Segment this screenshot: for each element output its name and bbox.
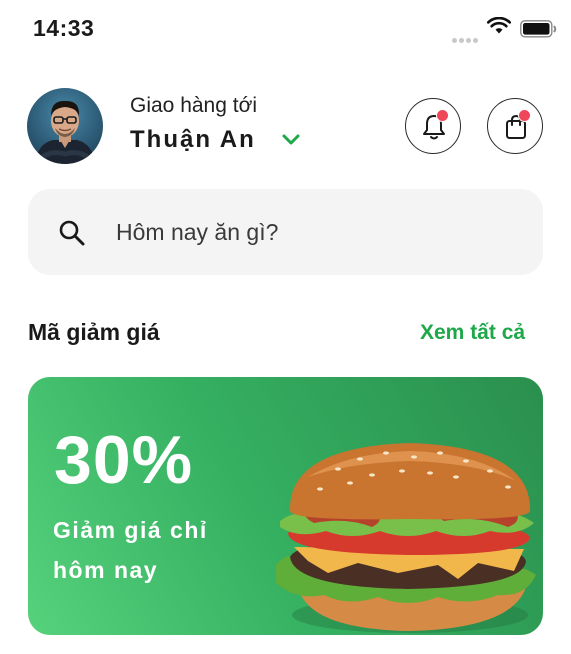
cart-dot xyxy=(518,109,531,122)
location-selector[interactable]: Thuận An xyxy=(130,126,256,154)
promo-line-2: hôm nay xyxy=(53,557,159,583)
promo-percent: 30% xyxy=(54,422,194,498)
cart-button[interactable] xyxy=(487,98,543,154)
promo-banner[interactable]: 30% Giảm giá chỉ hôm nay xyxy=(28,377,543,635)
signal-icon xyxy=(452,30,480,48)
chevron-down-icon[interactable] xyxy=(281,133,301,151)
battery-icon xyxy=(520,20,558,43)
avatar[interactable] xyxy=(27,88,103,164)
search-bar[interactable]: Hôm nay ăn gì? xyxy=(28,189,543,275)
notification-button[interactable] xyxy=(405,98,461,154)
promo-line-1: Giảm giá chỉ xyxy=(53,517,208,543)
notification-dot xyxy=(436,109,449,122)
search-icon xyxy=(58,219,86,252)
voucher-section-title: Mã giảm giá xyxy=(28,319,160,345)
status-bar: 14:33 xyxy=(0,0,571,58)
search-input[interactable]: Hôm nay ăn gì? xyxy=(116,219,278,246)
burger-image xyxy=(268,437,543,635)
see-all-link[interactable]: Xem tất cả xyxy=(420,321,525,345)
status-time: 14:33 xyxy=(33,15,95,41)
promo-subtitle: Giảm giá chỉ hôm nay xyxy=(53,510,273,590)
header: Giao hàng tới Thuận An xyxy=(0,86,571,166)
wifi-icon xyxy=(486,16,512,40)
deliver-to-label: Giao hàng tới xyxy=(130,94,258,117)
